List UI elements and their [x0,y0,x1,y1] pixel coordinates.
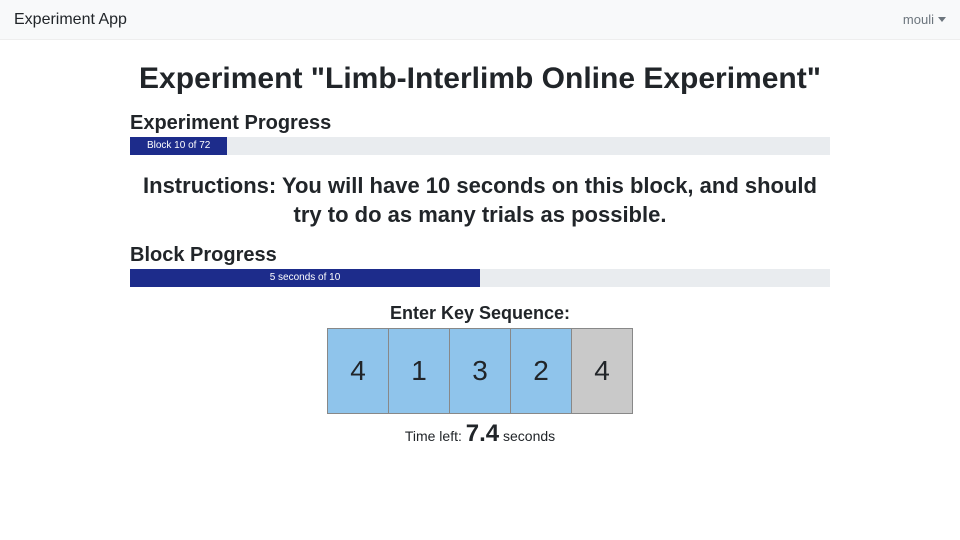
experiment-progress-fill: Block 10 of 72 [130,137,227,155]
navbar: Experiment App mouli [0,0,960,40]
chevron-down-icon [938,17,946,22]
page-title: Experiment "Limb-Interlimb Online Experi… [130,60,830,98]
time-left-prefix: Time left: [405,428,466,444]
user-menu[interactable]: mouli [903,12,946,27]
instructions-text: Instructions: You will have 10 seconds o… [130,171,830,230]
block-progress-fill: 5 seconds of 10 [130,269,480,287]
sequence-cell[interactable]: 3 [449,328,511,414]
sequence-label: Enter Key Sequence: [130,303,830,324]
sequence-row: 4 1 3 2 4 [130,328,830,414]
main-container: Experiment "Limb-Interlimb Online Experi… [130,40,830,448]
time-left-value: 7.4 [466,420,499,447]
experiment-progress-bar: Block 10 of 72 [130,137,830,155]
sequence-cell[interactable]: 4 [571,328,633,414]
sequence-cell[interactable]: 2 [510,328,572,414]
time-left: Time left: 7.4 seconds [130,420,830,448]
brand-link[interactable]: Experiment App [14,11,127,29]
sequence-cell[interactable]: 4 [327,328,389,414]
user-name: mouli [903,12,934,27]
block-progress-label: Block Progress [130,244,830,267]
block-progress-bar: 5 seconds of 10 [130,269,830,287]
sequence-cell[interactable]: 1 [388,328,450,414]
experiment-progress-label: Experiment Progress [130,112,830,135]
time-left-suffix: seconds [499,428,555,444]
